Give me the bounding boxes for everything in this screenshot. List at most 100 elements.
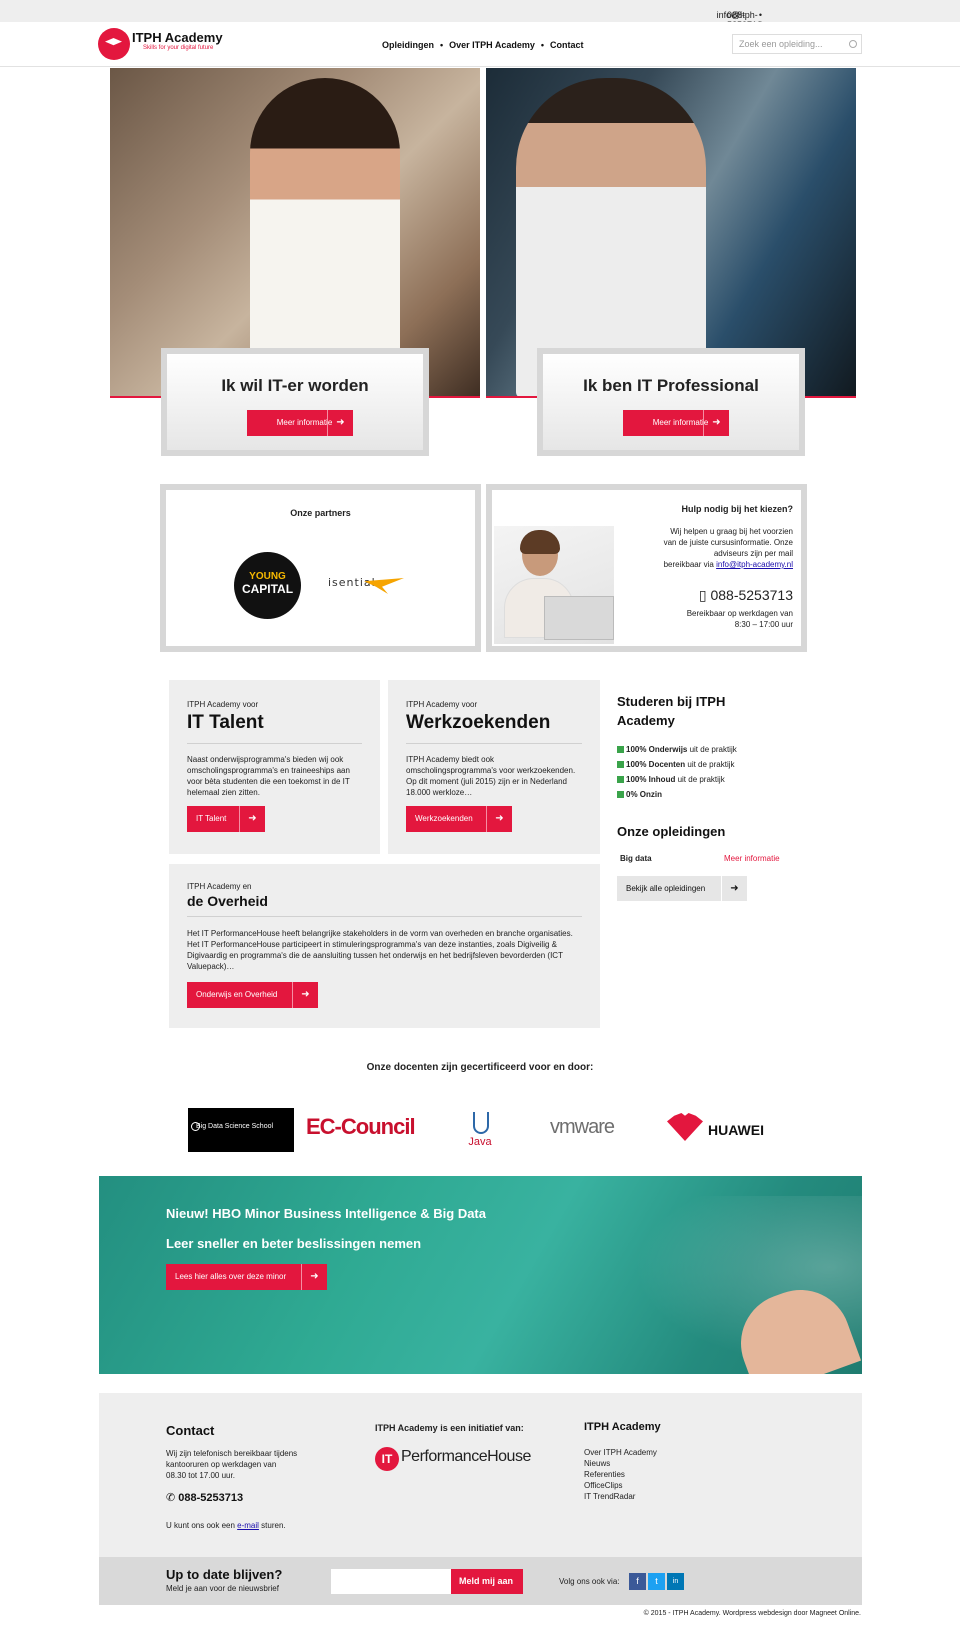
copyright: © 2015 - ITPH Academy. Wordpress webdesi… bbox=[643, 1610, 861, 1617]
usp-item: 0% Onzin bbox=[617, 787, 737, 802]
logo-title[interactable]: ITPH Academy bbox=[132, 30, 223, 45]
initiative-title: ITPH Academy is een initiatief van: bbox=[375, 1423, 524, 1433]
agent-hair bbox=[520, 530, 560, 554]
arrow-right-icon: ➜ bbox=[703, 410, 729, 436]
check-icon bbox=[617, 791, 624, 798]
more-info-button[interactable]: Meer informatie ➜ bbox=[247, 410, 353, 436]
phone-icon: ✆ bbox=[166, 1492, 176, 1504]
ec-council-logo: EC-Council bbox=[306, 1114, 416, 1139]
study-title: Studeren bij ITPH Academy bbox=[617, 694, 726, 728]
linkedin-icon[interactable]: in bbox=[667, 1573, 684, 1590]
tile-divider bbox=[187, 916, 582, 917]
arrow-right-icon: ➜ bbox=[292, 982, 318, 1008]
main-nav: Opleidingen • Over ITPH Academy • Contact bbox=[382, 40, 584, 50]
overheid-button[interactable]: Onderwijs en Overheid ➜ bbox=[187, 982, 318, 1008]
huawei-logo: HUAWEI bbox=[708, 1122, 764, 1138]
footer-phone[interactable]: ✆ 088-5253713 bbox=[166, 1491, 243, 1504]
huawei-flower-icon bbox=[667, 1113, 703, 1141]
footer-email-link[interactable]: e-mail bbox=[237, 1521, 259, 1530]
usp-item: 100% Docenten uit de praktijk bbox=[617, 757, 737, 772]
help-phone[interactable]: ▯ 088-5253713 bbox=[643, 588, 793, 602]
twitter-icon[interactable]: t bbox=[648, 1573, 665, 1590]
hero-card-right: Ik ben IT Professional Meer informatie ➜ bbox=[537, 348, 805, 456]
tile-divider bbox=[406, 743, 582, 744]
newsletter-bar: Up to date blijven? Meld je aan voor de … bbox=[99, 1557, 862, 1605]
search-placeholder: Zoek een opleiding... bbox=[739, 39, 823, 49]
help-title: Hulp nodig bij het kiezen? bbox=[681, 504, 794, 514]
check-icon bbox=[617, 761, 624, 768]
usp-list: 100% Onderwijs uit de praktijk 100% Doce… bbox=[617, 742, 737, 802]
java-cup-icon bbox=[473, 1112, 489, 1134]
footer-contact-text: Wij zijn telefonisch bereikbaar tijdens … bbox=[166, 1449, 298, 1480]
performancehouse-logo-mark[interactable]: IT bbox=[375, 1447, 399, 1471]
werkzoekenden-button[interactable]: Werkzoekenden ➜ bbox=[406, 806, 512, 832]
arrow-right-icon: ➜ bbox=[327, 410, 353, 436]
minor-banner: Nieuw! HBO Minor Business Intelligence &… bbox=[99, 1176, 862, 1374]
vmware-logo: vmware bbox=[550, 1116, 615, 1138]
footer-link[interactable]: Referenties bbox=[584, 1470, 625, 1479]
it-talent-button[interactable]: IT Talent ➜ bbox=[187, 806, 265, 832]
nav-contact[interactable]: Contact bbox=[550, 40, 584, 50]
search-icon[interactable] bbox=[849, 40, 857, 48]
nav-over[interactable]: Over ITPH Academy bbox=[449, 40, 535, 50]
footer-links: Over ITPH Academy Nieuws Referenties Off… bbox=[584, 1447, 657, 1502]
usp-item: 100% Inhoud uit de praktijk bbox=[617, 772, 737, 787]
tile-kicker: ITPH Academy en bbox=[187, 882, 252, 891]
follow-label: Volg ons ook via: bbox=[559, 1577, 620, 1586]
help-hours: Bereikbaar op werkdagen van 8:30 – 17:00 … bbox=[686, 609, 793, 629]
hero-card-title: Ik wil IT-er worden bbox=[221, 376, 369, 395]
course-more-link[interactable]: Meer informatie bbox=[724, 854, 780, 863]
more-info-button[interactable]: Meer informatie ➜ bbox=[623, 410, 729, 436]
youngcapital-logo[interactable]: YOUNG CAPITAL bbox=[234, 552, 301, 619]
help-box: Hulp nodig bij het kiezen? Wij helpen u … bbox=[486, 484, 807, 652]
facebook-icon[interactable]: f bbox=[629, 1573, 646, 1590]
footer-link[interactable]: Nieuws bbox=[584, 1459, 610, 1468]
tile-kicker: ITPH Academy voor bbox=[187, 700, 259, 709]
footer-contact-title: Contact bbox=[166, 1423, 215, 1438]
tile-it-talent: ITPH Academy voor IT Talent Naast onderw… bbox=[169, 680, 380, 854]
hero-card-title: Ik ben IT Professional bbox=[583, 376, 759, 395]
partners-title: Onze partners bbox=[290, 508, 351, 518]
performancehouse-logo-text[interactable]: PerformanceHouse bbox=[401, 1448, 531, 1466]
footer-link[interactable]: OfficeClips bbox=[584, 1481, 623, 1490]
partners-box: Onze partners YOUNG CAPITAL isential bbox=[160, 484, 481, 652]
logo-tagline: Skills for your digital future bbox=[143, 45, 214, 51]
tile-title: Werkzoekenden bbox=[406, 712, 551, 733]
newsletter-email-input[interactable] bbox=[331, 1569, 451, 1594]
courses-title: Onze opleidingen bbox=[617, 824, 726, 839]
check-icon bbox=[617, 776, 624, 783]
all-courses-button[interactable]: Bekijk alle opleidingen ➜ bbox=[617, 876, 747, 901]
search-input[interactable]: Zoek een opleiding... bbox=[732, 34, 862, 54]
tile-werkzoekenden: ITPH Academy voor Werkzoekenden ITPH Aca… bbox=[388, 680, 600, 854]
arrow-right-icon: ➜ bbox=[301, 1264, 327, 1290]
help-description: Wij helpen u graag bij het voorzien van … bbox=[663, 527, 793, 569]
tile-overheid: ITPH Academy en de Overheid Het IT Perfo… bbox=[169, 864, 600, 1028]
newsletter-subtitle: Meld je aan voor de nieuwsbrief bbox=[166, 1584, 279, 1593]
banner-headline: Nieuw! HBO Minor Business Intelligence &… bbox=[166, 1206, 486, 1221]
logo-icon[interactable] bbox=[98, 28, 130, 60]
tile-divider bbox=[187, 743, 362, 744]
tile-kicker: ITPH Academy voor bbox=[406, 700, 478, 709]
usp-item: 100% Onderwijs uit de praktijk bbox=[617, 742, 737, 757]
tile-title: de Overheid bbox=[187, 893, 268, 909]
footer-mail-line: U kunt ons ook een e-mail sturen. bbox=[166, 1521, 286, 1530]
minor-more-button[interactable]: Lees hier alles over deze minor ➜ bbox=[166, 1264, 327, 1290]
help-email-link[interactable]: info@itph-academy.nl bbox=[716, 560, 793, 569]
banner-subline: Leer sneller en beter beslissingen nemen bbox=[166, 1236, 422, 1251]
footer-link[interactable]: IT TrendRadar bbox=[584, 1492, 635, 1501]
tile-body: Het IT PerformanceHouse heeft belangrijk… bbox=[187, 929, 573, 971]
top-bar: 088-5253713 • info@itph-academy.nl bbox=[0, 0, 960, 30]
site-footer: Contact Wij zijn telefonisch bereikbaar … bbox=[99, 1393, 862, 1557]
support-agent-image bbox=[494, 526, 614, 644]
nav-opleidingen[interactable]: Opleidingen bbox=[382, 40, 434, 50]
java-logo: Java bbox=[468, 1108, 492, 1148]
footer-link[interactable]: Over ITPH Academy bbox=[584, 1448, 657, 1457]
certifications-title: Onze docenten zijn gecertificeerd voor e… bbox=[366, 1062, 594, 1073]
laptop-icon bbox=[544, 596, 614, 640]
arrow-right-icon: ➜ bbox=[239, 806, 265, 832]
arrow-right-icon: ➜ bbox=[721, 876, 747, 901]
tile-body: Naast onderwijsprogramma's bieden wij oo… bbox=[187, 755, 350, 797]
tile-body: ITPH Academy biedt ook omscholingsprogra… bbox=[406, 755, 576, 797]
subscribe-button[interactable]: Meld mij aan bbox=[451, 1569, 523, 1594]
newsletter-title: Up to date blijven? bbox=[166, 1567, 283, 1582]
